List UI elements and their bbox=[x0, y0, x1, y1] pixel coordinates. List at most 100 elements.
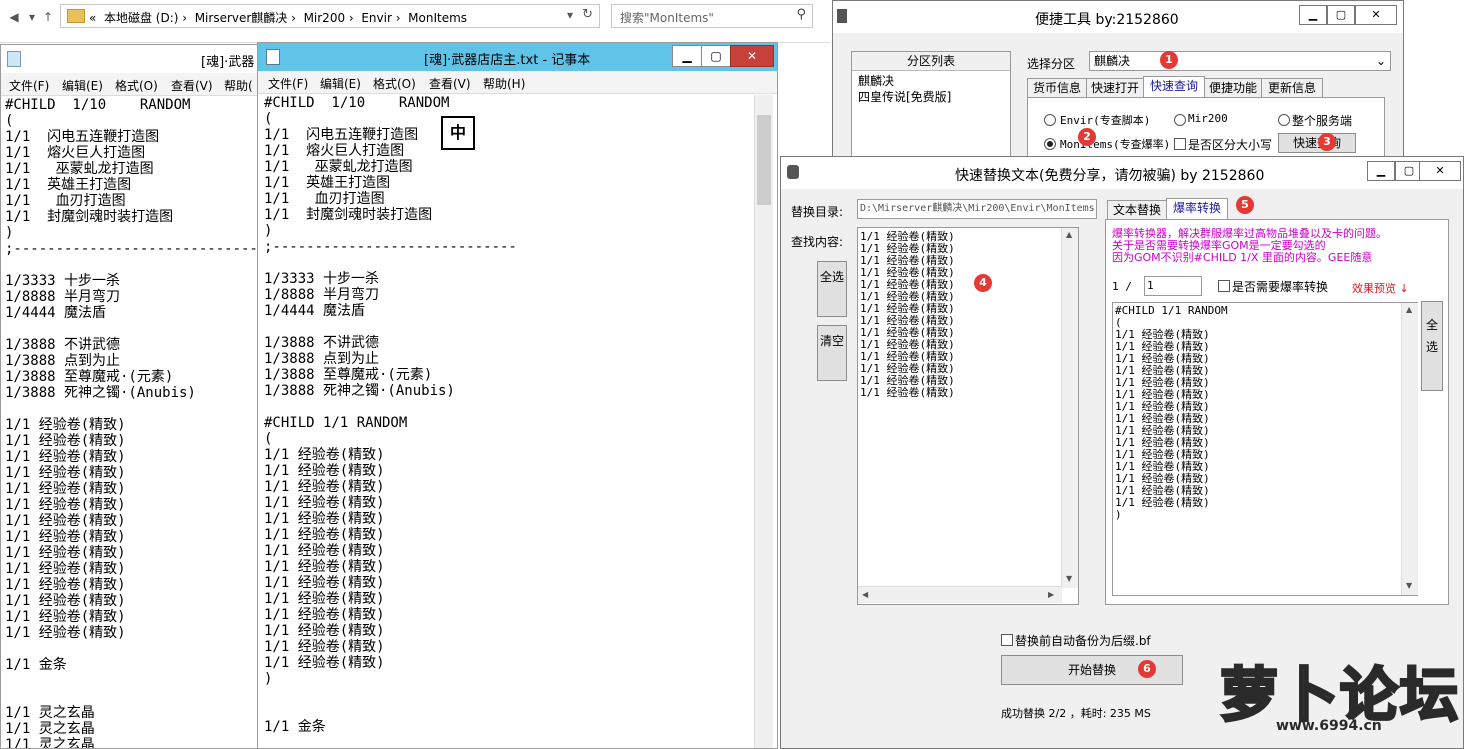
horizontal-scrollbar[interactable]: ◀ ▶ bbox=[858, 586, 1062, 603]
maximize-button[interactable]: ▢ bbox=[701, 45, 731, 67]
replace-dir-field[interactable]: D:\Mirserver麒麟决\Mir200\Envir\MonItems bbox=[857, 199, 1097, 219]
annotation-badge: 5 bbox=[1236, 196, 1254, 214]
forum-logo: 萝卜论坛 www.6994.cn bbox=[1218, 648, 1460, 740]
backup-label: 替换前自动备份为后缀.bf bbox=[1015, 634, 1151, 648]
path-segment[interactable]: Mir200 bbox=[304, 11, 346, 25]
tab-update-info[interactable]: 更新信息 bbox=[1261, 78, 1323, 98]
scroll-thumb[interactable] bbox=[757, 115, 771, 205]
text-content[interactable]: #CHILD 1/10 RANDOM ( 1/1 闪电五连鞭打造图 1/1 熔火… bbox=[5, 97, 258, 748]
list-item[interactable]: 四皇传说[免费版] bbox=[858, 88, 951, 105]
notepad-icon bbox=[266, 49, 280, 65]
rate-input[interactable]: 1 bbox=[1144, 276, 1202, 296]
partition-list-header: 分区列表 bbox=[852, 52, 1010, 71]
list-item[interactable]: 麒麟决 bbox=[858, 72, 894, 89]
preview-label: 效果预览 ↓ bbox=[1352, 282, 1409, 295]
close-button[interactable]: ✕ bbox=[1419, 161, 1461, 181]
menu-file[interactable]: 文件(F) bbox=[9, 77, 49, 94]
select-partition-label: 选择分区 bbox=[1027, 57, 1076, 71]
chevron-down-icon: ⌄ bbox=[1375, 54, 1386, 68]
backup-checkbox[interactable] bbox=[1001, 634, 1013, 646]
menu-edit[interactable]: 编辑(E) bbox=[62, 77, 103, 94]
refresh-icon[interactable]: ↻ bbox=[582, 7, 593, 22]
menu-edit[interactable]: 编辑(E) bbox=[320, 75, 361, 92]
notepad-window-active[interactable]: [魂]·武器店店主.txt - 记事本 ▁ ▢ ✕ 文件(F) 编辑(E) 格式… bbox=[257, 42, 778, 749]
tab-quick-open[interactable]: 快速打开 bbox=[1086, 78, 1144, 98]
radio-whole-server[interactable] bbox=[1278, 114, 1290, 126]
find-content-label: 查找内容: bbox=[791, 235, 844, 249]
explorer-address-bar: ◀ ▾ ↑ « 本地磁盘 (D:) › Mirserver麒麟决 › Mir20… bbox=[0, 0, 830, 43]
title-bar[interactable]: [魂]·武器店店主.txt - 记事本 ▁ ▢ ✕ bbox=[258, 43, 777, 71]
menu-help[interactable]: 帮助( bbox=[224, 77, 253, 94]
search-input[interactable]: 搜索"MonItems" ⚲ bbox=[611, 4, 813, 28]
notepad-window-background[interactable]: [魂]·武器 文件(F) 编辑(E) 格式(O) 查看(V) 帮助( #CHIL… bbox=[0, 44, 264, 749]
radio-mir200[interactable] bbox=[1174, 114, 1186, 126]
annotation-badge: 1 bbox=[1160, 51, 1178, 69]
rate-convert-checkbox[interactable] bbox=[1218, 280, 1230, 292]
menu-view[interactable]: 查看(V) bbox=[429, 75, 471, 92]
minimize-button[interactable]: ▁ bbox=[672, 45, 702, 67]
menu-format[interactable]: 格式(O) bbox=[373, 75, 416, 92]
window-title: [魂]·武器 bbox=[201, 55, 255, 70]
menu-format[interactable]: 格式(O) bbox=[115, 77, 158, 94]
tab-currency[interactable]: 货币信息 bbox=[1027, 78, 1087, 98]
menu-bar: 文件(F) 编辑(E) 格式(O) 查看(V) 帮助( bbox=[1, 73, 263, 96]
path-overflow[interactable]: « bbox=[89, 11, 96, 25]
find-content-textarea[interactable]: 1/1 经验卷(精致) 1/1 经验卷(精致) 1/1 经验卷(精致) 1/1 … bbox=[857, 227, 1079, 605]
menu-file[interactable]: 文件(F) bbox=[268, 75, 308, 92]
ime-indicator: 中 bbox=[441, 116, 475, 150]
minimize-button[interactable]: ▁ bbox=[1299, 5, 1327, 25]
path-segment[interactable]: Envir bbox=[361, 11, 392, 25]
vertical-scrollbar[interactable] bbox=[754, 95, 773, 748]
path-segment[interactable]: 本地磁盘 (D:) bbox=[104, 11, 178, 25]
radio-monitems[interactable] bbox=[1044, 138, 1056, 150]
minimize-button[interactable]: ▁ bbox=[1367, 161, 1395, 181]
menu-view[interactable]: 查看(V) bbox=[171, 77, 213, 94]
up-arrow-icon[interactable]: ↑ bbox=[40, 9, 56, 25]
vertical-scrollbar[interactable]: ▲ ▼ bbox=[1061, 228, 1078, 588]
folder-icon bbox=[67, 9, 85, 23]
find-content-text: 1/1 经验卷(精致) 1/1 经验卷(精致) 1/1 经验卷(精致) 1/1 … bbox=[860, 230, 955, 399]
tab-text-replace[interactable]: 文本替换 bbox=[1107, 200, 1167, 220]
close-button[interactable]: ✕ bbox=[730, 45, 774, 67]
title-bar[interactable]: [魂]·武器 bbox=[1, 45, 263, 73]
annotation-badge: 2 bbox=[1078, 128, 1096, 146]
preview-textarea[interactable]: #CHILD 1/1 RANDOM ( 1/1 经验卷(精致) 1/1 经验卷(… bbox=[1112, 302, 1418, 596]
tab-convenient[interactable]: 便捷功能 bbox=[1204, 78, 1262, 98]
close-button[interactable]: ✕ bbox=[1355, 5, 1397, 25]
annotation-badge: 4 bbox=[974, 274, 992, 292]
chevron-down-icon[interactable]: ▾ bbox=[24, 9, 40, 25]
info-line: 关于是否需要转换爆率GOM是一定要勾选的 bbox=[1112, 239, 1326, 252]
select-all-button[interactable]: 全选 bbox=[817, 261, 847, 317]
info-line: 因为GOM不识别#CHILD 1/X 里面的内容。GEE随意 bbox=[1112, 251, 1373, 264]
quick-query-button[interactable]: 快速查询 bbox=[1278, 133, 1356, 153]
logo-url: www.6994.cn bbox=[1276, 718, 1382, 734]
address-path: « 本地磁盘 (D:) › Mirserver麒麟决 › Mir200 › En… bbox=[89, 11, 468, 25]
address-field[interactable]: « 本地磁盘 (D:) › Mirserver麒麟决 › Mir200 › En… bbox=[60, 4, 600, 28]
annotation-badge: 6 bbox=[1138, 660, 1156, 678]
clear-button[interactable]: 清空 bbox=[817, 325, 847, 381]
partition-select-value: 麒麟决 bbox=[1094, 54, 1131, 68]
menu-help[interactable]: 帮助(H) bbox=[483, 75, 525, 92]
title-bar[interactable]: 便捷工具 by:2152860 ▁ ▢ ✕ bbox=[833, 1, 1403, 33]
tab-rate-convert[interactable]: 爆率转换 bbox=[1166, 198, 1228, 219]
chevron-down-icon[interactable]: ▾ bbox=[567, 8, 573, 22]
tab-quick-query[interactable]: 快速查询 bbox=[1143, 76, 1205, 97]
text-content[interactable]: #CHILD 1/10 RANDOM ( 1/1 闪电五连鞭打造图 1/1 熔火… bbox=[264, 95, 517, 735]
radio-envir[interactable] bbox=[1044, 114, 1056, 126]
maximize-button[interactable]: ▢ bbox=[1327, 5, 1355, 25]
partition-list[interactable]: 分区列表 麒麟决 四皇传说[免费版] bbox=[851, 51, 1011, 163]
partition-select[interactable]: 麒麟决 ⌄ bbox=[1089, 51, 1391, 71]
app-icon bbox=[787, 165, 799, 179]
preview-select-all-button[interactable]: 全选 bbox=[1421, 301, 1443, 391]
rate-convert-panel: 爆率转换器，解决群服爆率过高物品堆叠以及卡的问题。 关于是否需要转换爆率GOM是… bbox=[1105, 219, 1449, 605]
radio-monitems-label: MonItems(专查爆率) bbox=[1060, 138, 1171, 151]
path-segment[interactable]: MonItems bbox=[408, 11, 467, 25]
case-sensitive-checkbox[interactable] bbox=[1174, 138, 1186, 150]
vertical-scrollbar[interactable]: ▲ ▼ bbox=[1401, 303, 1418, 595]
search-placeholder: 搜索"MonItems" bbox=[620, 11, 714, 25]
title-bar[interactable]: 快速替换文本(免费分享，请勿被骗) by 2152860 ▁ ▢ ✕ bbox=[781, 157, 1463, 189]
search-icon[interactable]: ⚲ bbox=[796, 7, 806, 22]
back-icon[interactable]: ◀ bbox=[6, 9, 22, 25]
path-segment[interactable]: Mirserver麒麟决 bbox=[195, 11, 288, 25]
window-title: [魂]·武器店店主.txt - 记事本 bbox=[424, 53, 591, 68]
